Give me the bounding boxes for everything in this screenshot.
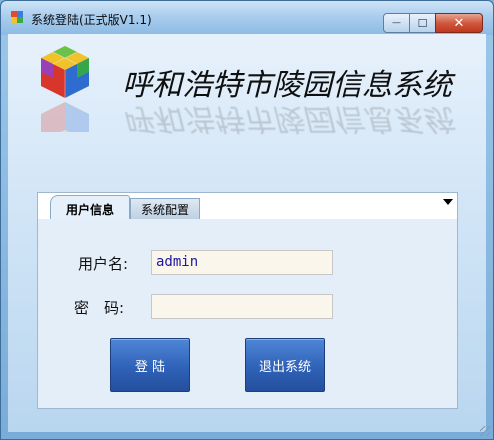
username-label: 用户名:: [78, 255, 129, 273]
title-bar[interactable]: 系统登陆(正式版V1.1) — ☐ ✕: [1, 1, 493, 35]
close-button[interactable]: ✕: [435, 13, 483, 33]
close-icon: ✕: [453, 15, 465, 31]
app-icon: [11, 11, 23, 23]
color-cube-icon: [41, 46, 89, 132]
login-button[interactable]: 登 陆: [110, 338, 190, 392]
chevron-down-icon[interactable]: [443, 199, 453, 205]
password-label: 密 码:: [74, 299, 125, 317]
app-title-reflection: 呼和浩特市陵园信息系统: [122, 101, 452, 136]
tab-system-config[interactable]: 系统配置: [130, 198, 200, 220]
resize-grip[interactable]: [480, 426, 490, 436]
minimize-icon: —: [392, 18, 401, 28]
tab-user-info[interactable]: 用户信息: [50, 195, 130, 222]
password-input[interactable]: [151, 294, 333, 319]
username-input[interactable]: admin: [151, 250, 333, 275]
maximize-button[interactable]: ☐: [409, 13, 436, 33]
minimize-button[interactable]: —: [383, 13, 410, 33]
maximize-icon: ☐: [417, 16, 428, 30]
app-title: 呼和浩特市陵园信息系统: [122, 68, 452, 103]
tab-strip: 用户信息 系统配置: [37, 192, 458, 222]
window-title: 系统登陆(正式版V1.1): [31, 13, 152, 27]
exit-button[interactable]: 退出系统: [245, 338, 325, 392]
